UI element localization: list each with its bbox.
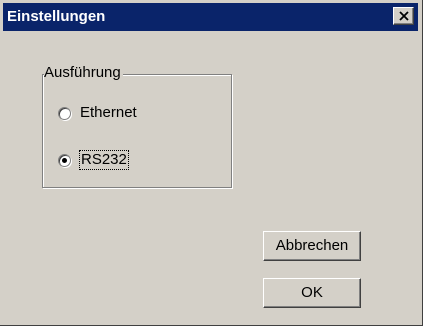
window-title: Einstellungen (7, 8, 106, 25)
cancel-button[interactable]: Abbrechen (263, 231, 361, 261)
ok-button[interactable]: OK (263, 278, 361, 308)
settings-dialog: Einstellungen Ausführung Ethernet RS232 … (0, 0, 423, 326)
group-legend: Ausführung (44, 64, 123, 82)
ethernet-label[interactable]: Ethernet (80, 104, 137, 122)
rs232-radio[interactable] (58, 153, 71, 167)
radio-ethernet-option[interactable]: Ethernet (58, 103, 137, 123)
title-bar[interactable]: Einstellungen (3, 3, 418, 31)
ethernet-radio[interactable] (58, 106, 71, 120)
close-x-icon (399, 11, 409, 21)
execution-groupbox (42, 74, 232, 188)
close-button[interactable] (393, 7, 414, 25)
rs232-label[interactable]: RS232 (79, 150, 129, 170)
radio-rs232-option[interactable]: RS232 (58, 150, 129, 170)
